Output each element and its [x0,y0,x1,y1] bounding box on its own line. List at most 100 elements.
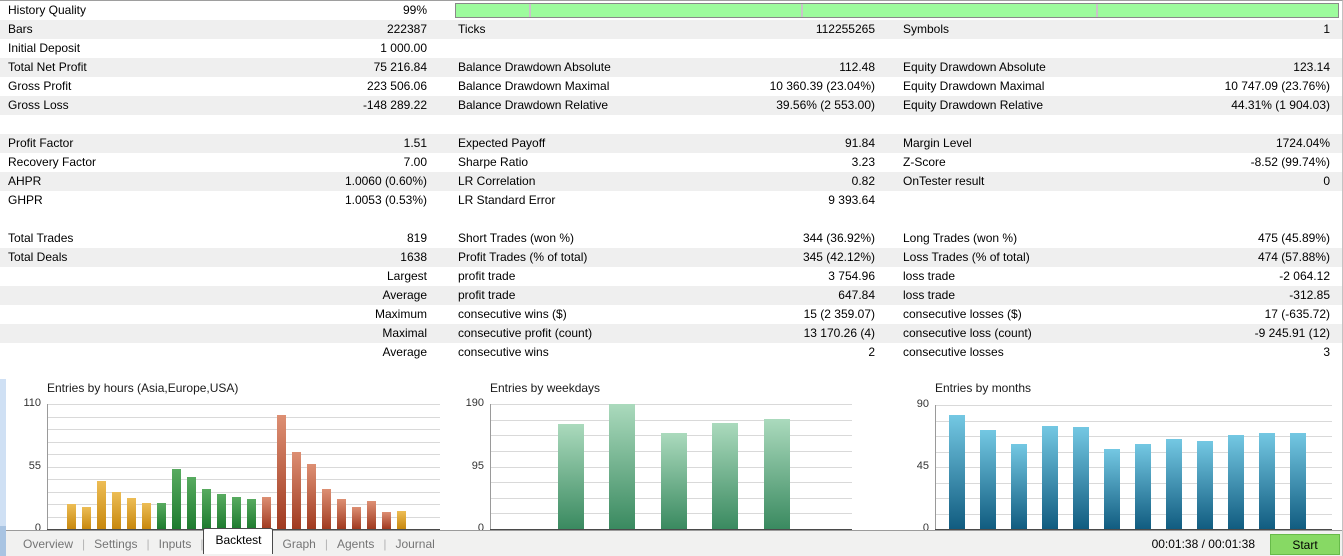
stat-label: consecutive wins [458,345,549,359]
stat-row: Maximum consecutive wins ($) 15 (2 359.07)… [0,305,1342,324]
stat-label: consecutive wins ($) [458,307,567,321]
stat-value: 17 (-635.72) [1264,307,1330,321]
tab-overview[interactable]: Overview [14,537,82,551]
bar [322,489,331,529]
bar [609,404,636,529]
stat-row [0,210,1342,229]
tab-journal[interactable]: Journal [386,537,443,551]
stat-label: OnTester result [903,174,985,188]
stat-value: 91.84 [844,136,875,150]
bar [352,507,361,529]
stat-value: Maximal [382,326,427,340]
stat-label: Equity Drawdown Relative [903,98,1044,112]
bar [142,502,151,529]
chart-title: Entries by weekdays [490,381,601,395]
bar [949,414,965,529]
stat-value: Average [382,345,427,359]
y-axis-line [47,404,48,529]
stat-value: 123.14 [1293,60,1330,74]
bar [337,499,346,529]
gridline [47,466,440,468]
stat-value: 1.0053 (0.53%) [344,193,427,207]
stat-value: -8.52 (99.74%) [1250,155,1330,169]
stat-value: 1724.04% [1275,136,1330,150]
stat-row: Initial Deposit 1 000.00 [0,39,1342,58]
tab-inputs[interactable]: Inputs [150,537,201,551]
stat-row: Average profit trade 647.84 loss trade -312.… [0,286,1342,305]
tab-list: Overview | Settings | Inputs | Backtest Graph | A… [14,528,444,556]
stat-value: 1638 [400,250,427,264]
stat-value: 112255265 [815,22,875,36]
elapsed-time: 00:01:38 / 00:01:38 [1151,537,1255,551]
tab-agents[interactable]: Agents [328,537,383,551]
gridline [47,416,440,418]
stat-label: consecutive profit (count) [458,326,593,340]
stat-label: Bars [8,22,33,36]
y-axis-line [490,404,491,529]
stat-label: consecutive losses [903,345,1004,359]
stat-value: 15 (2 359.07) [803,307,875,321]
stat-label: Initial Deposit [8,41,81,55]
stat-value: 344 (36.92%) [802,231,875,245]
stat-value: 75 216.84 [373,60,427,74]
bar [763,419,790,529]
gridline [47,429,440,430]
gridline [47,454,440,455]
bar [292,451,301,529]
stat-value: 10 360.39 (23.04%) [769,79,875,93]
stat-label: Profit Factor [8,136,74,150]
bar [127,498,136,529]
start-button[interactable]: Start [1270,534,1340,555]
stat-row: Recovery Factor 7.00 Sharpe Ratio 3.23 Z-Sco… [0,153,1342,172]
stat-value: Largest [386,269,427,283]
stat-row: Bars 222387 Ticks 112255265 Symbols 1 [0,20,1342,39]
stat-label: consecutive loss (count) [903,326,1032,340]
bar [397,510,406,529]
stat-row: Gross Loss -148 289.22 Balance Drawdown Re… [0,96,1342,115]
bar [67,504,76,529]
stat-value: 647.84 [838,288,875,302]
tab-bar: Overview | Settings | Inputs | Backtest Graph | A… [0,528,1342,556]
bar [1290,432,1306,529]
tab-backtest[interactable]: Backtest [203,528,274,554]
stat-label: Short Trades (won %) [458,231,575,245]
stat-value: Average [382,288,427,302]
y-tick-label: 45 [916,460,929,472]
gridline [490,404,852,405]
y-tick-label: 55 [28,459,41,472]
bar [247,499,256,529]
tab-settings[interactable]: Settings [85,537,146,551]
stat-value: 39.56% (2 553.00) [776,98,875,112]
stat-row: Total Trades 819 Short Trades (won %) 344 (… [0,229,1342,248]
stat-value: 0 [1323,174,1330,188]
stat-row: Total Net Profit 75 216.84 Balance Drawdow… [0,58,1342,77]
stat-row: GHPR 1.0053 (0.53%) LR Standard Error 9 393… [0,191,1342,210]
stat-label: loss trade [903,288,956,302]
bar [980,429,996,529]
bar [1104,449,1120,529]
bar [367,500,376,529]
stat-row: AHPR 1.0060 (0.60%) LR Correlation 0.82 OnTe… [0,172,1342,191]
y-axis-line [935,405,936,529]
bar [172,468,181,529]
stat-value: 99% [402,3,427,17]
stat-label: GHPR [8,193,43,207]
chart-title: Entries by months [935,381,1032,395]
stat-value: 0.82 [851,174,875,188]
stat-value: 475 (45.89%) [1257,231,1330,245]
stat-label: profit trade [458,269,516,283]
stat-label: History Quality [8,3,87,17]
bar [82,507,91,529]
stat-value: 9 393.64 [828,193,875,207]
stat-value: 13 170.26 (4) [803,326,875,340]
tab-graph[interactable]: Graph [273,537,324,551]
charts-area: Entries by hours (Asia,Europe,USA) 110 55 0… [0,379,1342,531]
stat-row: Maximal consecutive profit (count) 13 170.… [0,324,1342,343]
bar [1166,439,1182,529]
stat-label: Recovery Factor [8,155,97,169]
stat-value: 7.00 [403,155,427,169]
bar [262,497,271,529]
stat-label: LR Correlation [458,174,536,188]
stat-value: 3 754.96 [828,269,875,283]
stat-label: Equity Drawdown Absolute [903,60,1046,74]
